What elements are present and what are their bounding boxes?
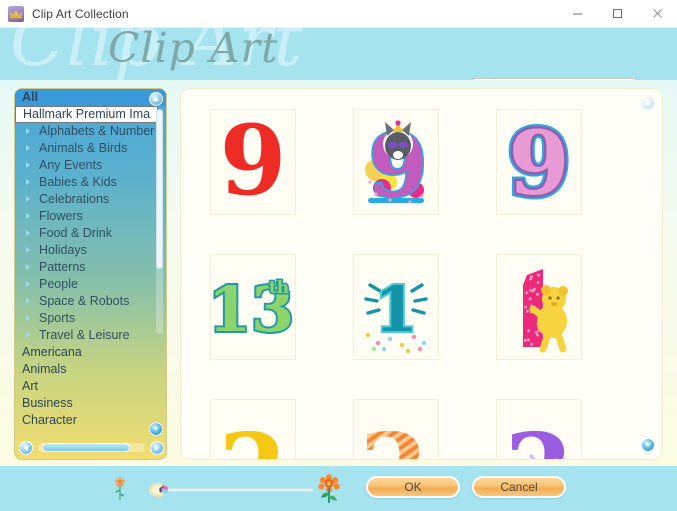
gallery-scroll-down-button[interactable] [641, 438, 655, 452]
clipart-thumbnail-teal-one-confetti[interactable]: 1 [353, 254, 439, 360]
title-bar: Clip Art Collection [0, 0, 677, 28]
clipart-cell[interactable]: 999 [467, 89, 610, 234]
sidebar-item-holidays[interactable]: Holidays [15, 242, 167, 259]
clipart-thumbnail-green-thirteenth[interactable]: 13th [210, 254, 296, 360]
body-area: All Hallmark Premium Ima Alphabets & Numbe… [0, 80, 677, 466]
clip-art-logo: Clip Art [108, 28, 279, 72]
sidebar-item-all[interactable]: All [15, 89, 167, 106]
zoom-slider[interactable] [112, 474, 342, 504]
clipart-cell[interactable]: 2 [324, 379, 467, 460]
clipart-thumbnail-pink-one-bear[interactable] [496, 254, 582, 360]
sidebar-item-animals[interactable]: Animals [15, 361, 167, 378]
svg-text:2: 2 [359, 413, 427, 461]
butterfly-icon[interactable] [148, 480, 170, 498]
zoom-slider-track[interactable] [150, 488, 314, 492]
svg-text:th: th [268, 278, 288, 298]
clip-art-collection-window: Clip Art Collection Clip Art Clip Art Se… [0, 0, 677, 511]
clipart-cell[interactable]: 9 [324, 89, 467, 234]
footer-bar: OK Cancel [0, 466, 677, 511]
sidebar-item-people[interactable]: People [15, 276, 167, 293]
svg-text:2: 2 [218, 413, 286, 461]
close-icon[interactable] [637, 0, 677, 28]
maximize-icon[interactable] [597, 0, 637, 28]
sidebar-scroll-right-button[interactable] [150, 441, 164, 455]
clipart-cell[interactable]: 2 [467, 379, 610, 460]
sidebar-item-celebrations[interactable]: Celebrations [15, 191, 167, 208]
sidebar-item-babies-kids[interactable]: Babies & Kids [15, 174, 167, 191]
svg-text:1: 1 [374, 273, 417, 346]
sidebar-item-business[interactable]: Business [15, 395, 167, 412]
clipart-thumbnail-orange-striped-two-chick[interactable]: 2 [353, 399, 439, 461]
sidebar-item-any-events[interactable]: Any Events [15, 157, 167, 174]
sidebar-hscroll-track[interactable] [38, 443, 145, 452]
minimize-icon[interactable] [557, 0, 597, 28]
gallery-scroll-up-button[interactable] [641, 96, 655, 110]
clipart-thumbnail-party-dog-nine[interactable]: 9 [353, 109, 439, 215]
sidebar-item-americana[interactable]: Americana [15, 344, 167, 361]
sidebar-item-travel-leisure[interactable]: Travel & Leisure [15, 327, 167, 344]
sidebar-item-food-drink[interactable]: Food & Drink [15, 225, 167, 242]
sidebar-item-sports[interactable]: Sports [15, 310, 167, 327]
sidebar-horizontal-scrollbar[interactable] [19, 440, 164, 455]
sidebar-item-animals-birds[interactable]: Animals & Birds [15, 140, 167, 157]
sidebar-scroll-down-button[interactable] [149, 422, 163, 436]
cancel-button[interactable]: Cancel [472, 476, 566, 498]
sidebar-item-space-robots[interactable]: Space & Robots [15, 293, 167, 310]
clipart-cell[interactable] [467, 234, 610, 379]
ok-button[interactable]: OK [366, 476, 460, 498]
clipart-cell[interactable]: 13th [181, 234, 324, 379]
sidebar-scroll-thumb[interactable] [156, 109, 163, 269]
clipart-thumbnail-cyan-purple-nine[interactable]: 999 [496, 109, 582, 215]
clipart-cell[interactable]: 9 [181, 89, 324, 234]
clipart-thumbnail-yellow-two[interactable]: 2 [210, 399, 296, 461]
clipart-cell[interactable]: 1 [324, 234, 467, 379]
clipart-grid[interactable]: 9999913th1222 [181, 89, 663, 460]
category-sidebar[interactable]: All Hallmark Premium Ima Alphabets & Numbe… [14, 88, 167, 460]
sidebar-item-patterns[interactable]: Patterns [15, 259, 167, 276]
sidebar-hscroll-thumb[interactable] [42, 443, 130, 452]
svg-text:2: 2 [504, 413, 572, 461]
crown-icon [8, 6, 24, 22]
sidebar-item-character[interactable]: Character [15, 412, 167, 429]
svg-text:9: 9 [508, 111, 569, 214]
small-flower-icon [112, 476, 128, 502]
sidebar-scroll-left-button[interactable] [19, 441, 33, 455]
window-title: Clip Art Collection [32, 7, 129, 21]
sidebar-item-alphabets-number[interactable]: Alphabets & Number [15, 123, 167, 140]
large-flower-icon [316, 474, 342, 504]
clipart-gallery[interactable]: 9999913th1222 [180, 88, 663, 460]
clipart-cell[interactable]: 2 [181, 379, 324, 460]
category-list[interactable]: All Hallmark Premium Ima Alphabets & Numbe… [15, 89, 167, 429]
clipart-thumbnail-purple-dotted-two[interactable]: 2 [496, 399, 582, 461]
sidebar-vertical-scrollbar[interactable] [156, 109, 163, 334]
sidebar-item-art[interactable]: Art [15, 378, 167, 395]
header-band: Clip Art Clip Art [0, 28, 677, 80]
svg-text:9: 9 [219, 110, 286, 214]
clipart-thumbnail-red-nine[interactable]: 9 [210, 109, 296, 215]
sidebar-item-hallmark-premium-ima[interactable]: Hallmark Premium Ima [15, 106, 158, 123]
window-controls [557, 0, 677, 28]
sidebar-scroll-up-button[interactable] [149, 92, 163, 106]
sidebar-item-flowers[interactable]: Flowers [15, 208, 167, 225]
